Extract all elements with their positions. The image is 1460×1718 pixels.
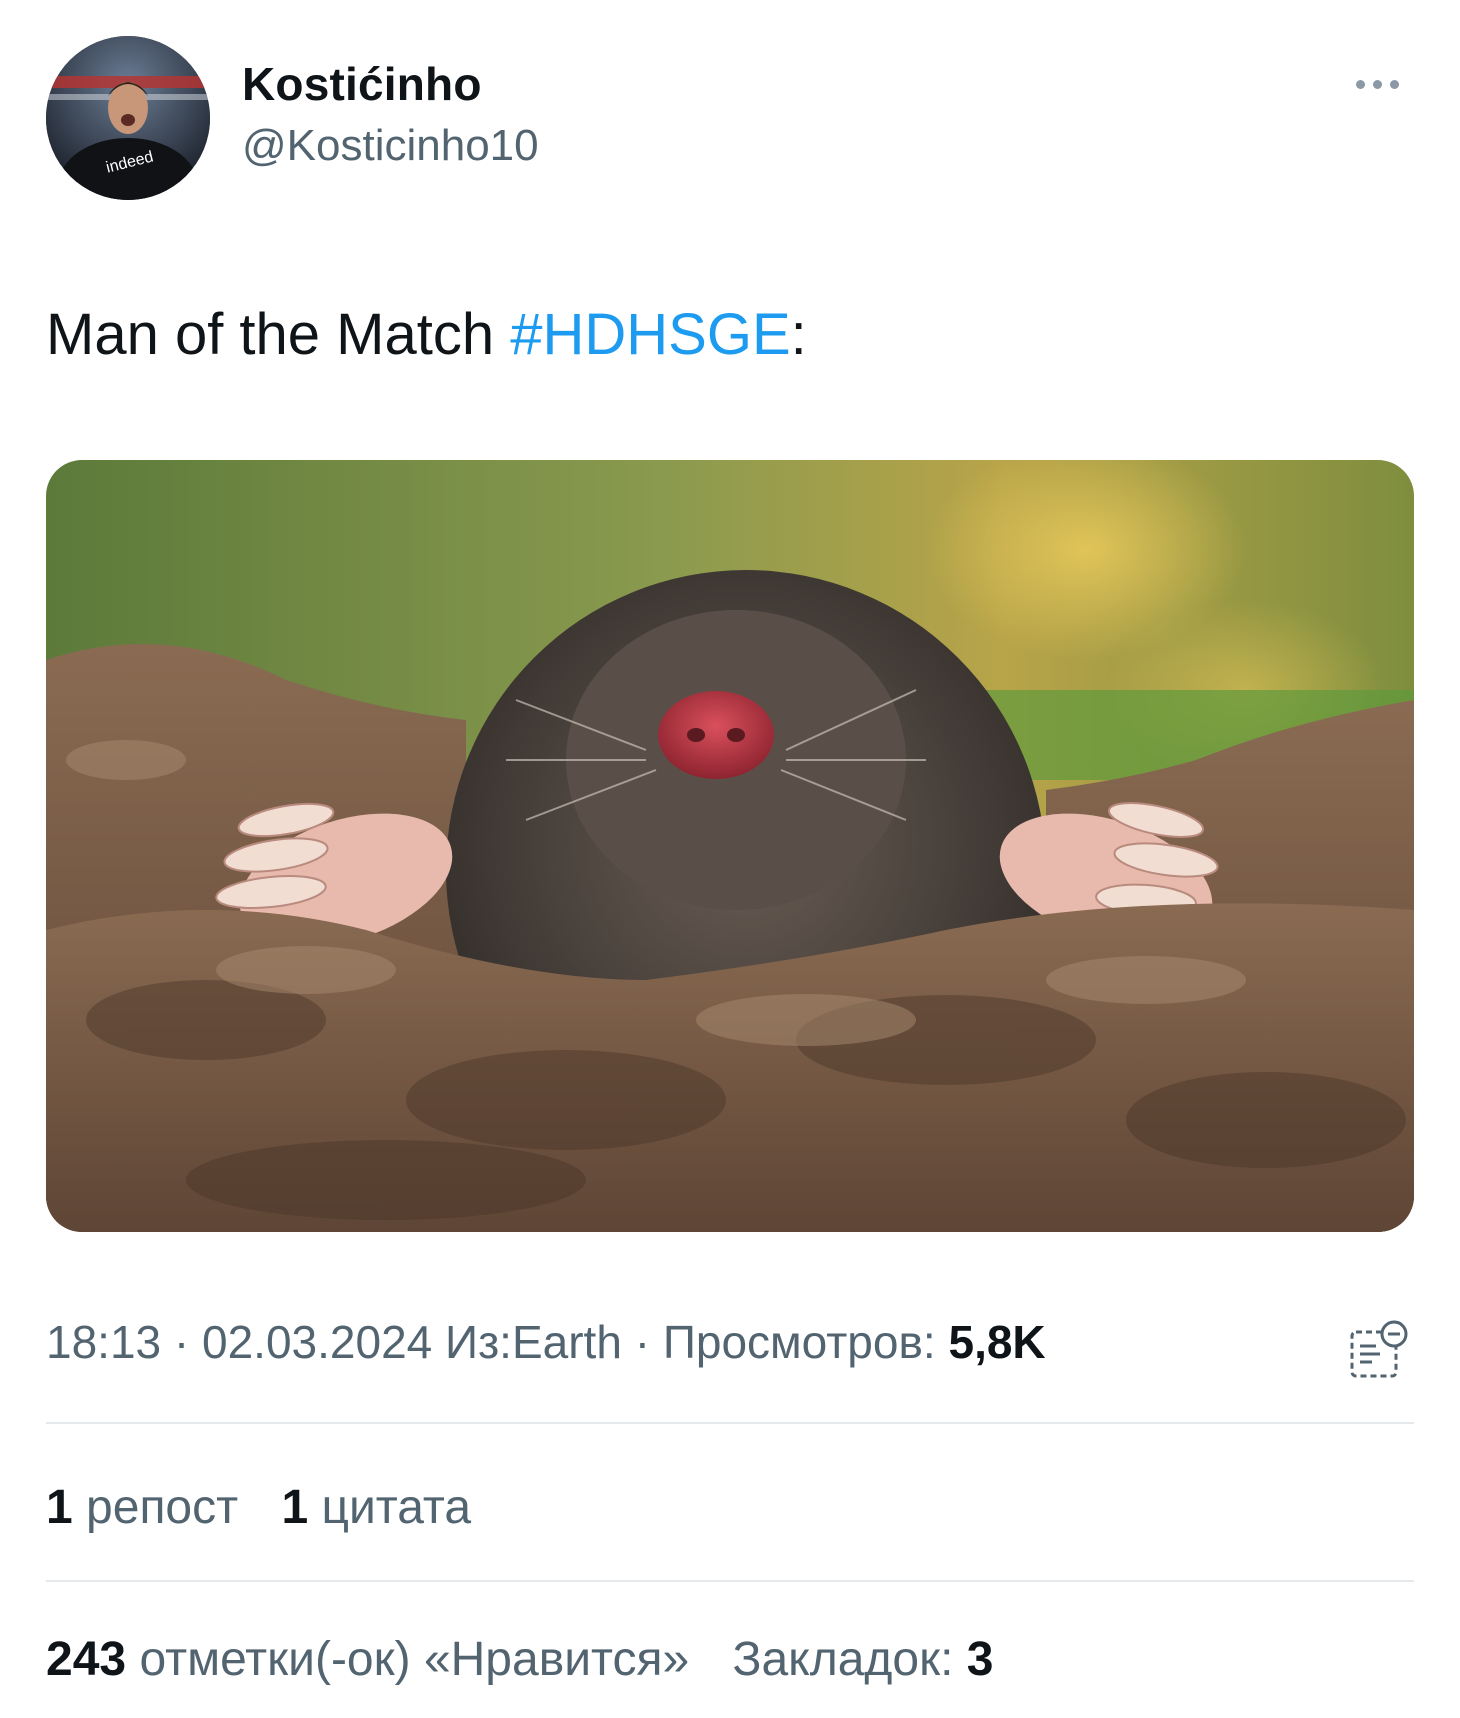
- repost-quote-stats: 1 репост 1 цитата: [46, 1478, 501, 1538]
- tweet-source: Из:Earth: [445, 1316, 622, 1368]
- likes-bookmarks-stats: 243 отметки(-ок) «Нравится» Закладок: 3: [46, 1630, 1024, 1690]
- views-count: 5,8K: [948, 1316, 1046, 1368]
- reposts-count: 1: [46, 1481, 73, 1534]
- tweet-date[interactable]: 02.03.2024: [202, 1316, 432, 1368]
- quotes-count: 1: [281, 1481, 309, 1534]
- avatar[interactable]: indeed: [46, 36, 210, 200]
- meta-separator: ·: [161, 1316, 203, 1368]
- author-handle[interactable]: @Kosticinho10: [242, 118, 539, 174]
- author-names: Kostićinho @Kosticinho10: [242, 56, 539, 174]
- reposts-label: репост: [86, 1481, 239, 1534]
- author-display-name[interactable]: Kostićinho: [242, 56, 539, 112]
- tweet-meta: 18:13 · 02.03.2024 Из:Earth · Просмотров…: [46, 1312, 1046, 1372]
- tweet-media-image[interactable]: [46, 460, 1414, 1232]
- tweet-header: indeed Kostićinho @Kosticinho10: [46, 36, 1416, 201]
- bookmarks-label: Закладок:: [732, 1633, 967, 1686]
- divider: [46, 1422, 1414, 1424]
- divider: [46, 1580, 1414, 1582]
- tweet-text-prefix: Man of the Match: [46, 302, 511, 367]
- meta-separator-2: ·: [621, 1316, 663, 1368]
- likes-label: отметки(-ок) «Нравится»: [139, 1633, 690, 1686]
- bookmarks-count: 3: [966, 1633, 994, 1686]
- tweet-text: Man of the Match #HDHSGE:: [46, 300, 807, 370]
- bookmarks-stat[interactable]: Закладок: 3: [732, 1633, 993, 1686]
- reposts-stat[interactable]: 1 репост: [46, 1481, 238, 1534]
- hashtag-link[interactable]: #HDHSGE: [510, 302, 790, 367]
- views-label: Просмотров:: [662, 1316, 949, 1368]
- more-options-icon[interactable]: [1356, 76, 1416, 106]
- tweet-time[interactable]: 18:13: [46, 1316, 161, 1368]
- likes-count: 243: [46, 1633, 127, 1686]
- tweet-text-suffix: :: [790, 302, 807, 367]
- analytics-icon[interactable]: [1346, 1318, 1412, 1384]
- quotes-label: цитата: [321, 1481, 472, 1534]
- quotes-stat[interactable]: 1 цитата: [281, 1481, 471, 1534]
- likes-stat[interactable]: 243 отметки(-ок) «Нравится»: [46, 1633, 689, 1686]
- mole-photo: [46, 460, 1414, 1232]
